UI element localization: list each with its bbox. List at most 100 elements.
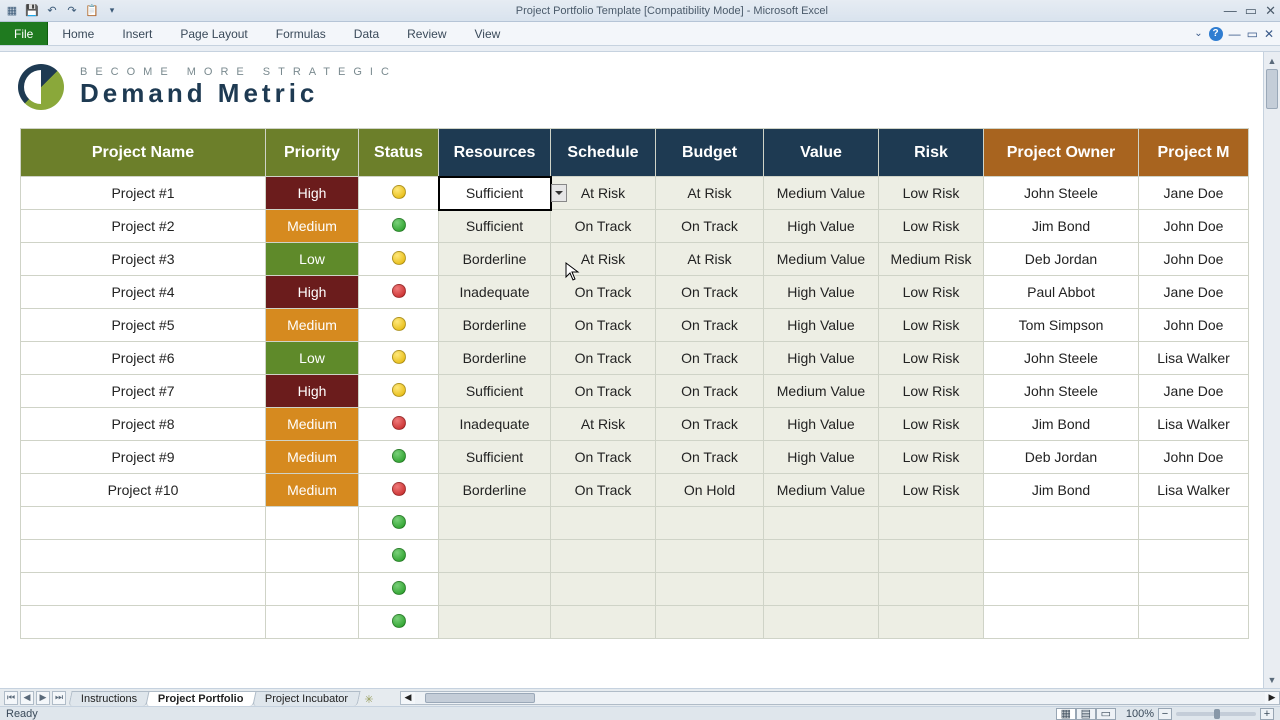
zoom-slider[interactable] — [1176, 712, 1256, 716]
cell-owner[interactable]: Deb Jordan — [984, 243, 1139, 276]
cell-budget[interactable]: On Track — [656, 342, 764, 375]
cell-empty[interactable] — [764, 606, 879, 639]
cell-empty[interactable] — [439, 540, 551, 573]
cell-project-name[interactable]: Project #9 — [21, 441, 266, 474]
cell-value[interactable]: High Value — [764, 210, 879, 243]
cell-empty[interactable] — [1139, 606, 1249, 639]
cell-manager[interactable]: Jane Doe — [1139, 177, 1249, 210]
cell-priority[interactable]: High — [266, 375, 359, 408]
cell-resources[interactable]: Sufficient — [439, 441, 551, 474]
ribbon-tab-insert[interactable]: Insert — [108, 22, 166, 45]
window-close-icon[interactable]: ✕ — [1264, 27, 1274, 41]
col-header-priority[interactable]: Priority — [266, 129, 359, 177]
zoom-level[interactable]: 100% — [1126, 708, 1154, 720]
cell-manager[interactable]: John Doe — [1139, 210, 1249, 243]
cell-risk[interactable]: Low Risk — [879, 375, 984, 408]
cell-empty[interactable] — [764, 573, 879, 606]
cell-status[interactable] — [359, 573, 439, 606]
cell-status[interactable] — [359, 441, 439, 474]
redo-icon[interactable]: ↷ — [64, 3, 80, 19]
cell-risk[interactable]: Low Risk — [879, 210, 984, 243]
cell-empty[interactable] — [984, 540, 1139, 573]
cell-empty[interactable] — [879, 606, 984, 639]
cell-manager[interactable]: Jane Doe — [1139, 276, 1249, 309]
cell-budget[interactable]: On Track — [656, 210, 764, 243]
cell-priority[interactable]: Medium — [266, 408, 359, 441]
close-icon[interactable]: ✕ — [1265, 3, 1276, 19]
cell-priority[interactable]: Low — [266, 243, 359, 276]
zoom-out-icon[interactable]: − — [1158, 708, 1172, 720]
cell-resources[interactable]: Borderline — [439, 474, 551, 507]
cell-empty[interactable] — [266, 540, 359, 573]
cell-value[interactable]: Medium Value — [764, 375, 879, 408]
col-header-owner[interactable]: Project Owner — [984, 129, 1139, 177]
cell-status[interactable] — [359, 309, 439, 342]
hscroll-right-icon[interactable]: ▶ — [1264, 691, 1280, 705]
paste-icon[interactable]: 📋 — [84, 3, 100, 19]
col-header-schedule[interactable]: Schedule — [551, 129, 656, 177]
cell-priority[interactable]: Medium — [266, 309, 359, 342]
cell-risk[interactable]: Low Risk — [879, 474, 984, 507]
worksheet[interactable]: Become More Strategic Demand Metric Proj… — [0, 52, 1263, 688]
cell-status[interactable] — [359, 210, 439, 243]
cell-schedule[interactable]: On Track — [551, 309, 656, 342]
cell-owner[interactable]: Tom Simpson — [984, 309, 1139, 342]
col-header-mgr[interactable]: Project M — [1139, 129, 1249, 177]
cell-empty[interactable] — [21, 573, 266, 606]
save-icon[interactable]: 💾 — [24, 3, 40, 19]
view-page-break-icon[interactable]: ▭ — [1096, 708, 1116, 720]
cell-resources[interactable]: Borderline — [439, 309, 551, 342]
cell-empty[interactable] — [656, 507, 764, 540]
cell-owner[interactable]: John Steele — [984, 342, 1139, 375]
cell-resources[interactable]: Borderline — [439, 342, 551, 375]
window-restore-icon[interactable]: ▭ — [1247, 27, 1258, 41]
cell-empty[interactable] — [879, 573, 984, 606]
cell-empty[interactable] — [984, 606, 1139, 639]
cell-resources[interactable]: Borderline — [439, 243, 551, 276]
cell-status[interactable] — [359, 507, 439, 540]
ribbon-tab-home[interactable]: Home — [48, 22, 108, 45]
cell-status[interactable] — [359, 276, 439, 309]
cell-project-name[interactable]: Project #2 — [21, 210, 266, 243]
cell-resources[interactable]: Sufficient — [439, 375, 551, 408]
ribbon-tab-page-layout[interactable]: Page Layout — [166, 22, 261, 45]
scroll-up-icon[interactable]: ▲ — [1264, 52, 1280, 69]
col-header-risk[interactable]: Risk — [879, 129, 984, 177]
cell-manager[interactable]: John Doe — [1139, 243, 1249, 276]
cell-empty[interactable] — [984, 507, 1139, 540]
cell-value[interactable]: High Value — [764, 276, 879, 309]
scroll-thumb[interactable] — [1266, 69, 1278, 109]
cell-empty[interactable] — [764, 507, 879, 540]
cell-budget[interactable]: On Track — [656, 375, 764, 408]
cell-schedule[interactable]: On Track — [551, 375, 656, 408]
cell-empty[interactable] — [764, 540, 879, 573]
hscroll-thumb[interactable] — [425, 693, 535, 703]
cell-budget[interactable]: On Hold — [656, 474, 764, 507]
cell-empty[interactable] — [656, 540, 764, 573]
cell-empty[interactable] — [879, 507, 984, 540]
cell-empty[interactable] — [551, 573, 656, 606]
cell-owner[interactable]: Deb Jordan — [984, 441, 1139, 474]
cell-risk[interactable]: Low Risk — [879, 441, 984, 474]
cell-manager[interactable]: Lisa Walker — [1139, 342, 1249, 375]
cell-empty[interactable] — [266, 606, 359, 639]
cell-owner[interactable]: Jim Bond — [984, 474, 1139, 507]
cell-priority[interactable]: High — [266, 177, 359, 210]
cell-empty[interactable] — [984, 573, 1139, 606]
sheet-nav-last-icon[interactable]: ⏭ — [52, 691, 66, 705]
cell-project-name[interactable]: Project #3 — [21, 243, 266, 276]
cell-empty[interactable] — [656, 606, 764, 639]
sheet-tab-incubator[interactable]: Project Incubator — [252, 691, 360, 706]
view-page-layout-icon[interactable]: ▤ — [1076, 708, 1096, 720]
cell-value[interactable]: Medium Value — [764, 243, 879, 276]
minimize-icon[interactable]: — — [1224, 3, 1237, 19]
hscroll-track[interactable] — [415, 691, 1265, 705]
cell-manager[interactable]: Lisa Walker — [1139, 474, 1249, 507]
cell-risk[interactable]: Medium Risk — [879, 243, 984, 276]
cell-schedule[interactable]: On Track — [551, 441, 656, 474]
cell-status[interactable] — [359, 408, 439, 441]
cell-project-name[interactable]: Project #1 — [21, 177, 266, 210]
cell-budget[interactable]: On Track — [656, 309, 764, 342]
cell-project-name[interactable]: Project #10 — [21, 474, 266, 507]
vertical-scrollbar[interactable]: ▲ ▼ — [1263, 52, 1280, 688]
